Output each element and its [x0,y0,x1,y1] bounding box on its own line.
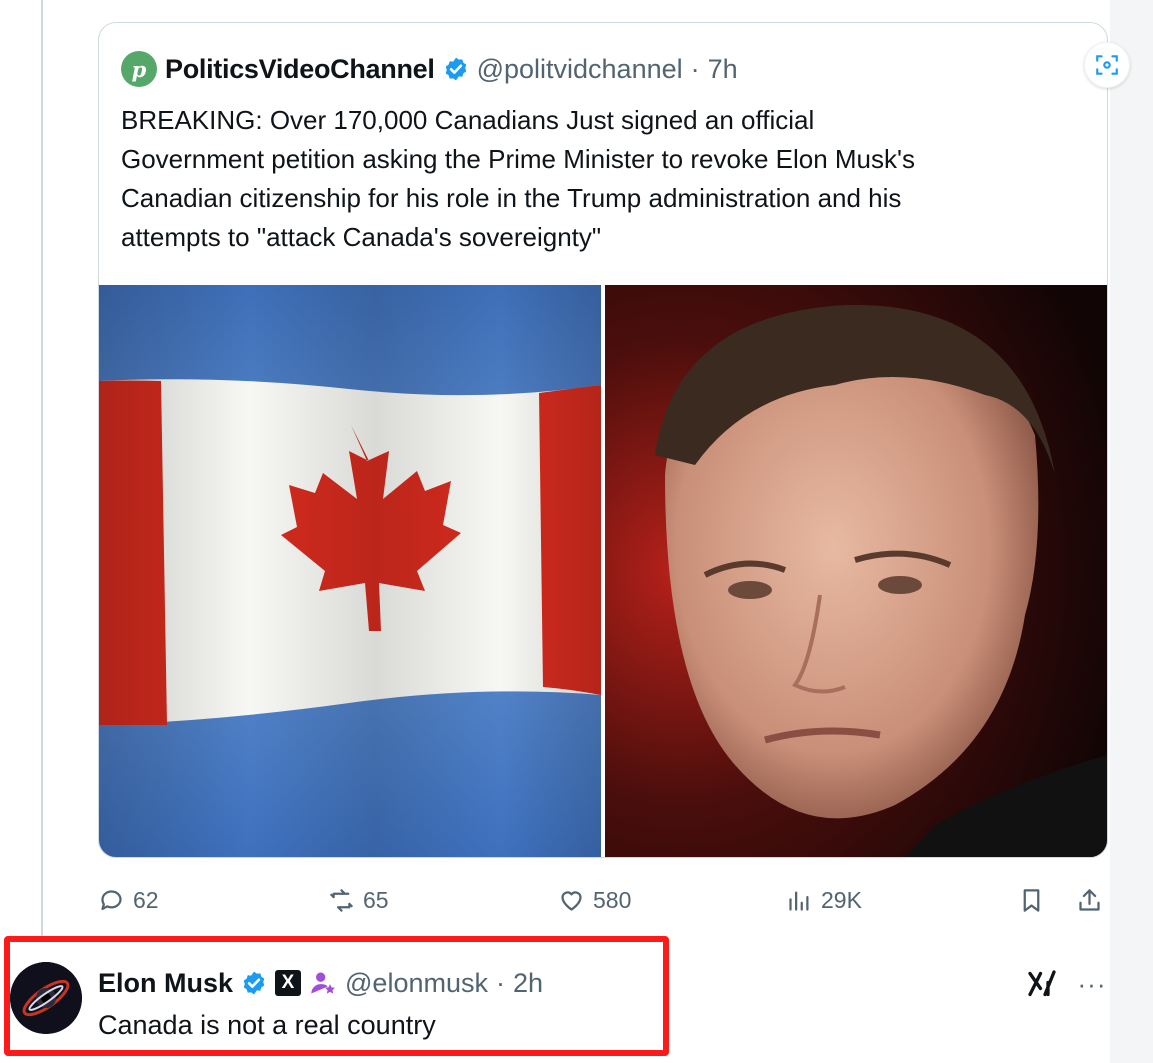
more-label: ··· [1077,968,1107,999]
canadian-flag-image[interactable] [99,285,601,857]
reply-count: 62 [133,886,159,913]
quoted-author-avatar[interactable]: p [121,51,157,87]
government-affiliation-icon [311,972,336,994]
quoted-post-text: BREAKING: Over 170,000 Canadians Just si… [121,105,915,252]
bookmark-icon [1023,888,1040,912]
quoted-author-handle[interactable]: @politvidchannel [477,54,683,85]
reply-button[interactable]: 62 [98,880,159,920]
share-button[interactable] [1076,880,1103,920]
repost-count: 65 [363,886,389,913]
reply-author-name[interactable]: Elon Musk [98,968,233,999]
quoted-post-header: p PoliticsVideoChannel @politvidchannel … [121,51,738,87]
x-badge-label: X [281,972,295,993]
reply-time[interactable]: 2h [513,968,543,999]
reply-post-text: Canada is not a real country [98,1010,436,1040]
repost-button[interactable]: 65 [328,880,389,920]
quoted-author-name[interactable]: PoliticsVideoChannel [165,54,435,85]
post-action-bar: 62 65 580 29K [98,880,1113,920]
reply-author-avatar[interactable] [10,962,82,1034]
separator-dot: · [690,53,700,84]
avatar-letter: p [131,56,147,82]
views-button[interactable]: 29K [786,880,862,920]
separator-dot: · [495,967,505,998]
post-time[interactable]: 7h [708,54,738,85]
x-affiliate-badge[interactable]: X [275,970,302,996]
reply-icon [101,889,122,910]
share-icon [1079,888,1100,911]
more-options-button[interactable]: ··· [1074,966,1110,1002]
like-icon [561,890,582,911]
thread-connector-line [41,0,43,940]
grok-image-icon [1096,55,1118,75]
verified-badge-icon [445,57,466,81]
like-count: 580 [593,886,632,913]
quoted-post-media[interactable] [99,285,1107,857]
reply-author-handle[interactable]: @elonmusk [345,968,488,999]
grok-icon[interactable] [1024,966,1060,1002]
views-count: 29K [821,886,862,913]
views-icon [789,891,809,911]
quoted-post-card[interactable]: p PoliticsVideoChannel @politvidchannel … [98,22,1108,858]
right-scroll-area [1110,0,1153,1063]
grok-image-button[interactable] [1084,42,1130,88]
verified-badge-icon [243,971,265,995]
avatar-image [10,962,82,1034]
elon-musk-photo[interactable] [605,285,1107,857]
repost-icon [330,888,353,912]
like-button[interactable]: 580 [558,880,631,920]
bookmark-button[interactable] [1018,880,1045,920]
reply-post-header: Elon Musk X @elonmusk · 2h [98,964,543,1002]
